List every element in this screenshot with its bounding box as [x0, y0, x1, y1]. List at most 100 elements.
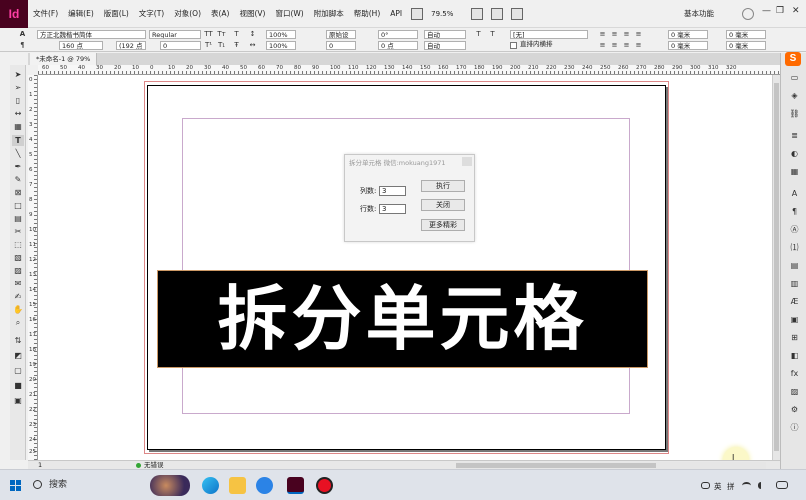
- minimize-icon[interactable]: —: [762, 6, 771, 16]
- menu-file[interactable]: 文件(F): [28, 0, 63, 28]
- menu-scripts[interactable]: 附加脚本: [309, 0, 349, 28]
- pen-tool-icon[interactable]: ✒: [12, 161, 24, 172]
- rows-input[interactable]: 3: [379, 204, 406, 214]
- character-mode-icon[interactable]: A: [18, 30, 27, 39]
- maximize-icon[interactable]: ❐: [776, 6, 784, 16]
- menu-layout[interactable]: 版面(L): [99, 0, 134, 28]
- close-button[interactable]: 关闭: [421, 199, 465, 211]
- align-towards-spine-icon[interactable]: ≡: [634, 30, 643, 39]
- eyedropper-tool-icon[interactable]: ✍: [12, 291, 24, 302]
- menu-object[interactable]: 对象(O): [169, 0, 206, 28]
- document-tab[interactable]: *未命名-1 @ 79%: [30, 53, 98, 65]
- sogou-ime-icon[interactable]: S: [785, 52, 801, 66]
- tray-overflow-icon[interactable]: [701, 482, 710, 489]
- columns-input[interactable]: 3: [379, 186, 406, 196]
- wifi-icon[interactable]: [742, 482, 751, 489]
- rectangle-tool-icon[interactable]: □: [12, 200, 24, 211]
- menu-type[interactable]: 文字(T): [134, 0, 169, 28]
- small-caps-icon[interactable]: Tт: [217, 30, 226, 39]
- rectangle-frame-tool-icon[interactable]: ⊠: [12, 187, 24, 198]
- paragraph-styles-icon[interactable]: ⑴: [789, 243, 800, 252]
- horizontal-scale-field[interactable]: 100%: [266, 41, 296, 50]
- text-wrap-icon[interactable]: ▣: [789, 315, 800, 324]
- edge-browser-icon[interactable]: [202, 477, 219, 494]
- glyphs-panel-icon[interactable]: Æ: [789, 297, 800, 306]
- vertical-ruler[interactable]: 0 1 2 3 4 5 6 7 8 9 10 11 12 13 14 15 16…: [28, 75, 38, 460]
- horizontal-scrollbar[interactable]: [456, 462, 766, 469]
- fill-stroke-icon[interactable]: ◩: [12, 350, 24, 361]
- screen-mode-tool-icon[interactable]: ▣: [12, 395, 24, 406]
- vertical-scrollbar[interactable]: [772, 75, 780, 460]
- recorder-icon[interactable]: [318, 479, 331, 492]
- default-colors-icon[interactable]: ⇅: [12, 335, 24, 346]
- taskbar-search[interactable]: 搜索: [49, 478, 67, 492]
- character-styles-icon[interactable]: Ⓐ: [789, 225, 800, 234]
- char-style-secondary-select[interactable]: 自动: [424, 41, 466, 50]
- view-options-icon[interactable]: [471, 7, 484, 20]
- tray-ime-mode[interactable]: 拼: [727, 482, 735, 492]
- formatting-container-icon[interactable]: ▢: [12, 365, 24, 376]
- cell-styles-icon[interactable]: ▥: [789, 279, 800, 288]
- strikethrough-icon[interactable]: Ŧ: [232, 41, 241, 50]
- gap-tool-icon[interactable]: ↔: [12, 108, 24, 119]
- content-collector-icon[interactable]: ▦: [12, 121, 24, 132]
- gradient-feather-tool-icon[interactable]: ▨: [12, 265, 24, 276]
- effects-panel-icon[interactable]: fx: [789, 369, 800, 378]
- language-select[interactable]: [无]: [510, 30, 588, 39]
- font-style-select[interactable]: Regular: [149, 30, 201, 39]
- direct-selection-tool-icon[interactable]: ➢: [12, 82, 24, 93]
- table-tool-icon[interactable]: ▤: [12, 213, 24, 224]
- menu-help[interactable]: 帮助(H): [349, 0, 386, 28]
- align-panel-icon[interactable]: ⊞: [789, 333, 800, 342]
- line-tool-icon[interactable]: ╲: [12, 148, 24, 159]
- run-button[interactable]: 执行: [421, 180, 465, 192]
- align-left-icon[interactable]: ≡: [598, 30, 607, 39]
- first-line-indent-field[interactable]: 0 毫米: [726, 30, 766, 39]
- right-indent-field[interactable]: 0 毫米: [668, 41, 708, 50]
- swatches-panel-icon[interactable]: ▦: [789, 167, 800, 176]
- char-style-select[interactable]: 自动: [424, 30, 466, 39]
- volume-icon[interactable]: [758, 482, 767, 489]
- gradient-swatch-tool-icon[interactable]: ▧: [12, 252, 24, 263]
- search-icon[interactable]: [742, 8, 754, 20]
- skew-field[interactable]: 0°: [378, 30, 418, 39]
- justify-all-icon[interactable]: ≡: [622, 41, 631, 50]
- left-indent-field[interactable]: 0 毫米: [668, 30, 708, 39]
- horizontal-scroll-thumb[interactable]: [456, 463, 656, 468]
- stroke-color-icon[interactable]: T: [488, 30, 497, 39]
- font-size-field[interactable]: 160 点: [59, 41, 103, 50]
- hand-tool-icon[interactable]: ✋: [12, 304, 24, 315]
- dialog-close-icon[interactable]: [462, 157, 472, 166]
- character-panel-icon[interactable]: A: [789, 189, 800, 198]
- close-icon[interactable]: ✕: [792, 6, 800, 16]
- pencil-tool-icon[interactable]: ✎: [12, 174, 24, 185]
- justify-center-icon[interactable]: ≡: [610, 41, 619, 50]
- apply-color-icon[interactable]: ■: [12, 380, 24, 391]
- workspace-switcher[interactable]: 基本功能: [684, 0, 714, 28]
- align-away-spine-icon[interactable]: ≡: [634, 41, 643, 50]
- subscript-icon[interactable]: T₁: [217, 41, 226, 50]
- start-button[interactable]: [10, 480, 21, 491]
- paragraph-panel-icon[interactable]: ¶: [789, 207, 800, 216]
- align-right-icon[interactable]: ≡: [622, 30, 631, 39]
- tracking-field[interactable]: 0: [160, 41, 201, 50]
- baseline-shift-field[interactable]: 0 点: [378, 41, 418, 50]
- pasteboard[interactable]: 拆分单元格 微信:mokuang1971 列数: 3 行数: 3 执行 关闭 更…: [38, 75, 772, 460]
- text-frame[interactable]: 拆分单元格: [157, 270, 648, 368]
- pages-panel-icon[interactable]: ▭: [789, 73, 800, 82]
- table-panel-icon[interactable]: ▤: [789, 261, 800, 270]
- tracking-value-field[interactable]: 0: [326, 41, 356, 50]
- menu-view[interactable]: 视图(V): [234, 0, 270, 28]
- zoom-tool-icon[interactable]: ⌕: [12, 317, 24, 328]
- selection-tool-icon[interactable]: ➤: [12, 69, 24, 80]
- bridge-icon[interactable]: [411, 7, 424, 20]
- menu-api[interactable]: API: [385, 0, 407, 28]
- horizontal-ruler[interactable]: 60 50 40 30 20 10 0 10 20 30 40 50 60 70…: [38, 65, 780, 75]
- underline-icon[interactable]: T: [232, 30, 241, 39]
- vertical-scroll-thumb[interactable]: [774, 83, 779, 451]
- links-panel-icon[interactable]: ⛓: [789, 109, 800, 118]
- menu-window[interactable]: 窗口(W): [270, 0, 308, 28]
- tray-language[interactable]: 英: [714, 482, 722, 492]
- justify-left-icon[interactable]: ≡: [598, 41, 607, 50]
- color-panel-icon[interactable]: ◐: [789, 149, 800, 158]
